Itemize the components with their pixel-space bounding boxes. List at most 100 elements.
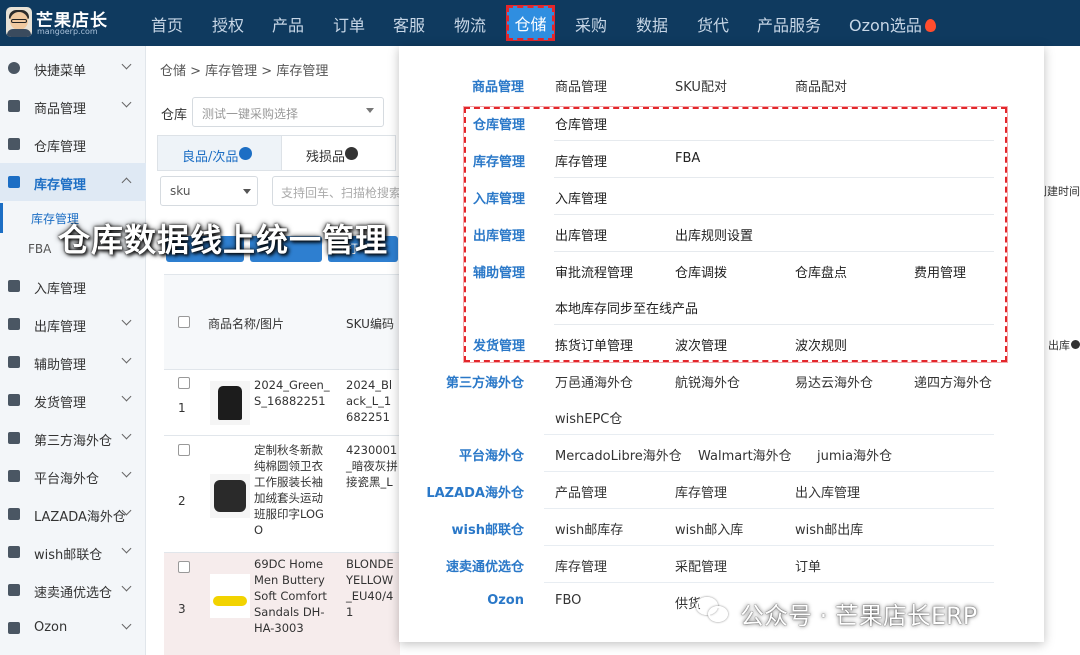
- menu-item-approval-flow[interactable]: 审批流程管理: [555, 262, 633, 281]
- help-icon[interactable]: [345, 147, 358, 160]
- menu-item-sku-pairing[interactable]: SKU配对: [675, 76, 727, 95]
- sidebar-item-product-management[interactable]: 商品管理: [0, 87, 146, 125]
- menu-item-lazada-inventory[interactable]: 库存管理: [675, 482, 727, 501]
- nav-purchasing[interactable]: 采购: [575, 12, 607, 36]
- user-avatar-icon: [6, 7, 32, 37]
- menu-item-wish-inbound[interactable]: wish邮入库: [675, 519, 743, 538]
- warehouse-select-value: 测试一键采购选择: [202, 107, 299, 121]
- nav-home[interactable]: 首页: [151, 12, 183, 36]
- divider: [544, 582, 994, 583]
- sidebar-item-aliexpress-warehouse[interactable]: 速卖通优选仓: [0, 571, 146, 609]
- menu-item-outbound-rules[interactable]: 出库规则设置: [675, 225, 753, 244]
- menu-item-wave-rules[interactable]: 波次规则: [795, 335, 847, 354]
- sidebar-item-quick-menu[interactable]: 快捷菜单: [0, 49, 146, 87]
- table-row[interactable]: 2 定制秋冬新款纯棉圆领卫衣工作服装长袖加绒套头运动班服印字LOGO 42300…: [164, 436, 400, 553]
- menu-item-jumia[interactable]: jumia海外仓: [817, 445, 892, 464]
- sidebar-item-label: 速卖通优选仓: [34, 586, 113, 601]
- menu-item-ae-inventory[interactable]: 库存管理: [555, 556, 607, 575]
- menu-item-product-pairing[interactable]: 商品配对: [795, 76, 847, 95]
- sidebar-item-inbound[interactable]: 入库管理: [0, 267, 146, 305]
- table-row[interactable]: 3 69DC Home Men Buttery Soft Comfort San…: [164, 553, 400, 655]
- product-name: 定制秋冬新款纯棉圆领卫衣工作服装长袖加绒套头运动班服印字LOGO: [254, 443, 324, 537]
- menu-item-picking-orders[interactable]: 拣货订单管理: [555, 335, 633, 354]
- menu-item-outbound-management[interactable]: 出库管理: [555, 225, 607, 244]
- menu-item-ae-allocation[interactable]: 采配管理: [675, 556, 727, 575]
- product-sku: 2024_Black_L_1682251: [346, 378, 393, 424]
- menu-item-wave-management[interactable]: 波次管理: [675, 335, 727, 354]
- nav-customer-service[interactable]: 客服: [393, 12, 425, 36]
- sidebar-item-wish-warehouse[interactable]: wish邮联仓: [0, 533, 146, 571]
- menu-item-warehouse-management[interactable]: 仓库管理: [555, 114, 607, 133]
- nav-ozon-selection[interactable]: Ozon选品: [849, 12, 936, 36]
- brand-logo[interactable]: 芒果店长 mangoerp.com: [6, 5, 136, 41]
- sidebar-item-auxiliary[interactable]: 辅助管理: [0, 343, 146, 381]
- menu-item-walmart[interactable]: Walmart海外仓: [698, 445, 792, 464]
- row-checkbox[interactable]: [178, 444, 190, 456]
- row-checkbox[interactable]: [178, 377, 190, 389]
- search-input[interactable]: 支持回车、扫描枪搜索: [272, 176, 402, 206]
- sidebar-item-shipping[interactable]: 发货管理: [0, 381, 146, 419]
- sidebar-item-label: 商品管理: [34, 102, 87, 117]
- chevron-down-icon: [121, 59, 132, 70]
- menu-item-stocktaking[interactable]: 仓库盘点: [795, 262, 847, 281]
- chevron-down-icon: [121, 619, 132, 630]
- menu-item-ae-orders[interactable]: 订单: [795, 556, 821, 575]
- nav-forwarding[interactable]: 货代: [697, 12, 729, 36]
- menu-item-lazada-in-out[interactable]: 出入库管理: [795, 482, 860, 501]
- warehouse-select[interactable]: 测试一键采购选择: [192, 97, 384, 127]
- menu-item-hangrui[interactable]: 航锐海外仓: [675, 372, 740, 391]
- menu-item-4px[interactable]: 递四方海外仓: [914, 372, 992, 391]
- sidebar-item-ozon[interactable]: Ozon: [0, 609, 146, 647]
- row-number: 2: [178, 494, 186, 508]
- table-row[interactable]: 1 2024_Green_S_16882251 2024_Black_L_168…: [164, 370, 400, 436]
- nav-logistics[interactable]: 物流: [454, 12, 486, 36]
- nav-authorize[interactable]: 授权: [212, 12, 244, 36]
- menu-item-wish-stock[interactable]: wish邮库存: [555, 519, 623, 538]
- sidebar-item-label: 发货管理: [34, 396, 87, 411]
- tab-damaged[interactable]: 残损品: [281, 135, 396, 171]
- menu-item-warehouse-transfer[interactable]: 仓库调拨: [675, 262, 727, 281]
- menu-item-winit[interactable]: 万邑通海外仓: [555, 372, 633, 391]
- row-checkbox[interactable]: [178, 561, 190, 573]
- divider: [554, 177, 994, 178]
- menu-item-fba[interactable]: FBA: [675, 151, 700, 166]
- product-sku: BLONDE YELLOW_EU40/41: [346, 557, 394, 619]
- menu-item-sync-stock-online[interactable]: 本地库存同步至在线产品: [555, 298, 698, 317]
- brand-subtitle: mangoerp.com: [37, 27, 98, 36]
- menu-item-cost-management[interactable]: 费用管理: [914, 262, 966, 281]
- menu-item-inbound-management[interactable]: 入库管理: [555, 188, 607, 207]
- sidebar-item-outbound[interactable]: 出库管理: [0, 305, 146, 343]
- menu-category: 速卖通优选仓: [445, 560, 524, 575]
- divider: [554, 324, 994, 325]
- nav-warehouse[interactable]: 仓储: [506, 5, 555, 41]
- nav-ozon-label: Ozon选品: [849, 16, 922, 35]
- menu-item-product-management[interactable]: 商品管理: [555, 76, 607, 95]
- menu-item-wish-outbound[interactable]: wish邮出库: [795, 519, 863, 538]
- sku-select[interactable]: sku: [160, 176, 258, 206]
- menu-item-wishepc[interactable]: wishEPC仓: [555, 408, 622, 427]
- help-icon[interactable]: [239, 147, 252, 160]
- sidebar-item-third-party-warehouse[interactable]: 第三方海外仓: [0, 419, 146, 457]
- nav-product-services[interactable]: 产品服务: [757, 12, 821, 36]
- menu-item-yidayun[interactable]: 易达云海外仓: [795, 372, 873, 391]
- sidebar-item-label: 入库管理: [34, 282, 87, 297]
- select-all-checkbox[interactable]: [178, 316, 190, 328]
- menu-item-mercadolibre[interactable]: MercadoLibre海外仓: [555, 445, 682, 464]
- nav-orders[interactable]: 订单: [333, 12, 365, 36]
- sidebar-item-inventory-management[interactable]: 库存管理: [0, 163, 146, 201]
- menu-category: 辅助管理: [473, 266, 526, 281]
- tab-good-defective[interactable]: 良品/次品: [157, 135, 282, 171]
- menu-item-inventory-management[interactable]: 库存管理: [555, 151, 607, 170]
- sidebar-item-platform-warehouse[interactable]: 平台海外仓: [0, 457, 146, 495]
- sidebar-item-lazada-warehouse[interactable]: LAZADA海外仓: [0, 495, 146, 533]
- nav-data[interactable]: 数据: [636, 12, 668, 36]
- sidebar-item-label: 平台海外仓: [34, 472, 100, 487]
- menu-item-lazada-products[interactable]: 产品管理: [555, 482, 607, 501]
- nav-products[interactable]: 产品: [272, 12, 304, 36]
- sidebar-item-warehouse-management[interactable]: 仓库管理: [0, 125, 146, 163]
- menu-item-fbo[interactable]: FBO: [555, 593, 581, 608]
- sidebar-item-label: 仓库管理: [34, 140, 87, 155]
- chevron-down-icon: [121, 391, 132, 402]
- chevron-down-icon: [121, 429, 132, 440]
- product-thumbnail: [210, 474, 250, 518]
